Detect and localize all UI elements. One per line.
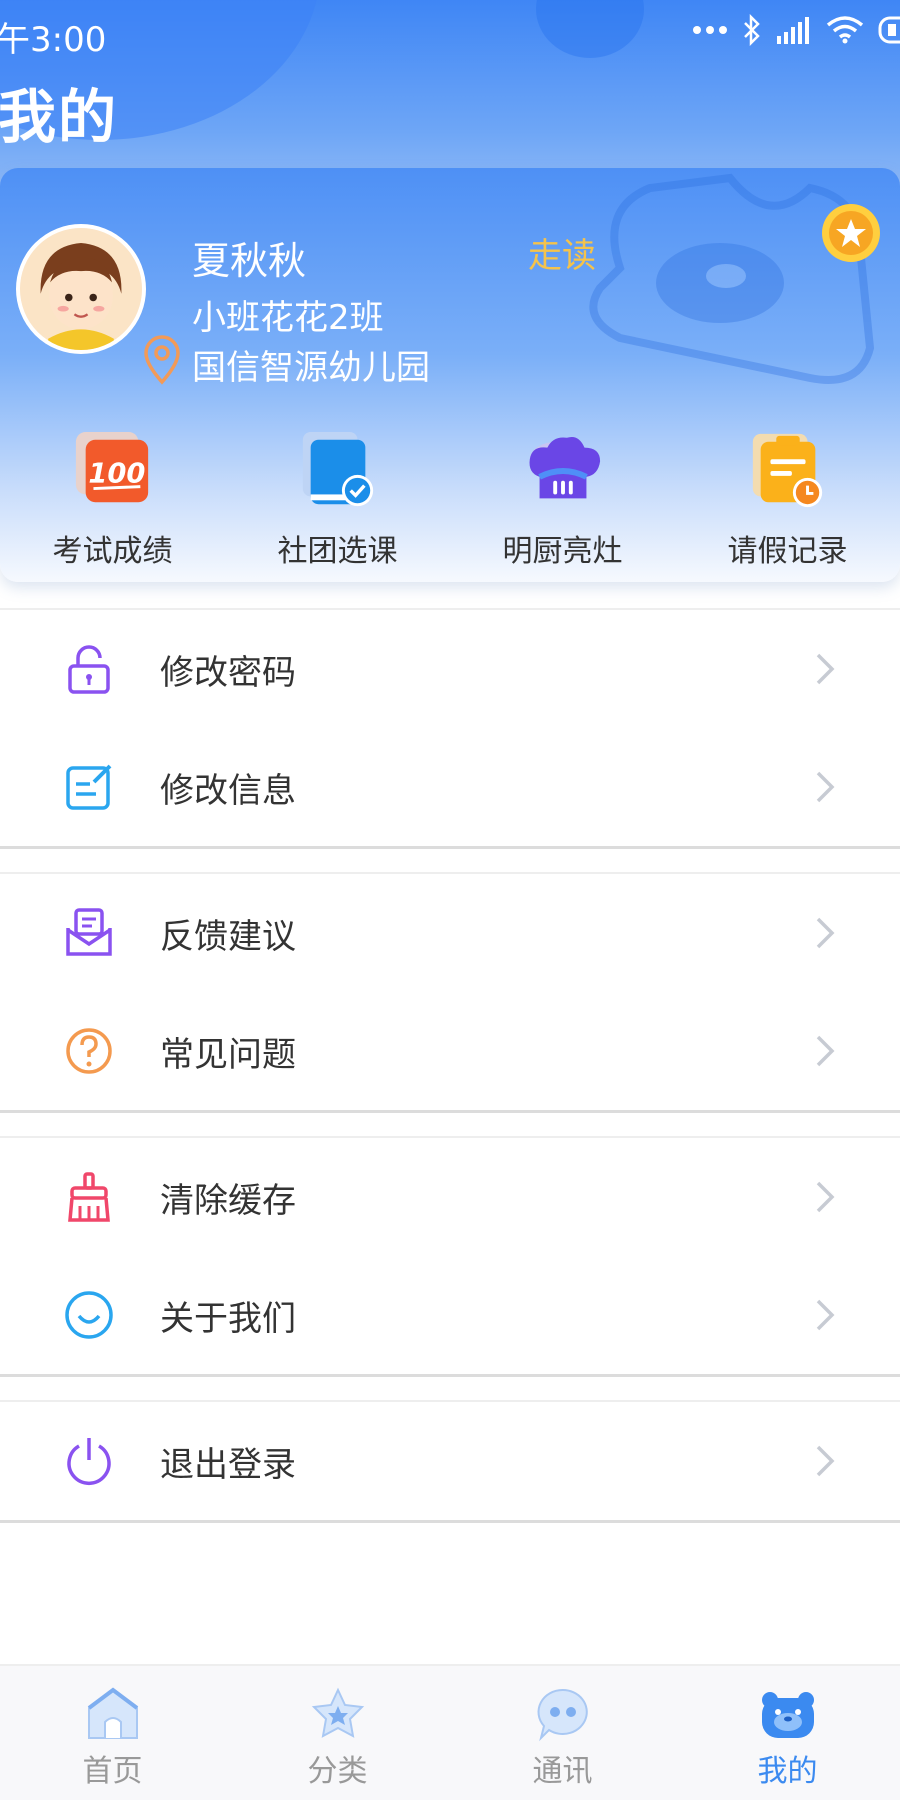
child-avatar-icon <box>20 228 142 350</box>
quick-label: 请假记录 <box>727 534 848 569</box>
quick-actions: 100 考试成绩 社团选课 明厨亮灶 请假记录 <box>0 430 900 570</box>
chevron-right-icon <box>816 1035 835 1067</box>
quick-label: 明厨亮灶 <box>502 534 623 569</box>
quick-label: 考试成绩 <box>52 534 173 569</box>
user-school: 国信智源幼儿园 <box>192 348 430 388</box>
chevron-right-icon <box>816 771 835 803</box>
menu-label: 修改密码 <box>160 652 296 693</box>
user-name: 夏秋秋 <box>192 239 307 283</box>
tab-label: 首页 <box>82 1754 143 1789</box>
quick-club-course[interactable]: 社团选课 <box>225 430 450 570</box>
user-class: 小班花花2班 <box>192 298 384 338</box>
menu-label: 退出登录 <box>160 1444 296 1485</box>
status-icons <box>692 14 900 46</box>
menu-label: 反馈建议 <box>160 916 296 957</box>
quick-label: 社团选课 <box>277 534 398 569</box>
smile-circle-icon <box>65 1291 113 1339</box>
location-pin-icon <box>144 335 180 385</box>
chevron-right-icon <box>816 653 835 685</box>
quick-exam-score[interactable]: 100 考试成绩 <box>0 430 225 570</box>
reading-type-badge: 走读 <box>528 236 596 276</box>
profile-card: 夏秋秋 走读 小班花花2班 国信智源幼儿园 100 考试成绩 社团选课 明厨亮灶… <box>0 168 900 582</box>
leave-record-icon <box>752 433 822 508</box>
menu-label: 清除缓存 <box>160 1180 296 1221</box>
status-bar: 午3:00 <box>0 0 900 64</box>
battery-icon <box>878 16 900 44</box>
chevron-right-icon <box>816 1299 835 1331</box>
menu-label: 常见问题 <box>160 1034 296 1075</box>
tab-bar: 首页 分类 通讯 我的 <box>0 1664 900 1800</box>
page-title: 我的 <box>0 83 119 151</box>
chevron-right-icon <box>816 1445 835 1477</box>
tab-category[interactable]: 分类 <box>225 1666 450 1800</box>
tab-home[interactable]: 首页 <box>0 1666 225 1800</box>
mail-feedback-icon <box>66 908 112 956</box>
menu-change-password[interactable]: 修改密码 <box>0 610 900 728</box>
menu-group-account: 修改密码 修改信息 <box>0 608 900 849</box>
menu-clear-cache[interactable]: 清除缓存 <box>0 1138 900 1256</box>
status-time: 午3:00 <box>0 20 107 60</box>
club-course-icon <box>302 431 373 507</box>
tab-label: 分类 <box>307 1754 368 1789</box>
edit-note-icon <box>66 764 112 810</box>
more-dots-icon <box>693 26 727 34</box>
star-category-icon <box>311 1687 364 1738</box>
menu-feedback[interactable]: 反馈建议 <box>0 874 900 992</box>
chevron-right-icon <box>816 1181 835 1213</box>
menu-about-us[interactable]: 关于我们 <box>0 1256 900 1374</box>
star-badge-icon[interactable] <box>820 202 882 264</box>
menu-label: 关于我们 <box>160 1298 296 1339</box>
bluetooth-icon <box>744 14 760 46</box>
tab-label: 我的 <box>757 1754 818 1789</box>
tab-messages[interactable]: 通讯 <box>450 1666 675 1800</box>
question-circle-icon <box>66 1028 112 1074</box>
avatar[interactable] <box>16 224 146 354</box>
quick-leave-record[interactable]: 请假记录 <box>675 430 900 570</box>
chevron-right-icon <box>816 917 835 949</box>
power-icon <box>67 1438 111 1485</box>
menu-label: 修改信息 <box>160 770 296 811</box>
bear-profile-icon <box>761 1692 814 1738</box>
svg-text:100: 100 <box>88 459 145 490</box>
signal-icon <box>777 17 809 44</box>
chef-hat-icon <box>529 436 600 499</box>
menu-group-logout: 退出登录 <box>0 1400 900 1523</box>
chat-icon <box>537 1688 588 1742</box>
menu-logout[interactable]: 退出登录 <box>0 1402 900 1520</box>
lock-icon <box>68 645 110 694</box>
tab-label: 通讯 <box>532 1754 593 1789</box>
exam-score-icon: 100 <box>75 431 148 503</box>
home-icon <box>87 1687 138 1739</box>
broom-icon <box>68 1172 110 1222</box>
quick-chef-kitchen[interactable]: 明厨亮灶 <box>450 430 675 570</box>
menu-group-help: 反馈建议 常见问题 <box>0 872 900 1113</box>
wifi-icon <box>826 16 864 44</box>
menu-group-system: 清除缓存 关于我们 <box>0 1136 900 1377</box>
menu-faq[interactable]: 常见问题 <box>0 992 900 1110</box>
menu-edit-info[interactable]: 修改信息 <box>0 728 900 846</box>
tab-profile[interactable]: 我的 <box>675 1666 900 1800</box>
